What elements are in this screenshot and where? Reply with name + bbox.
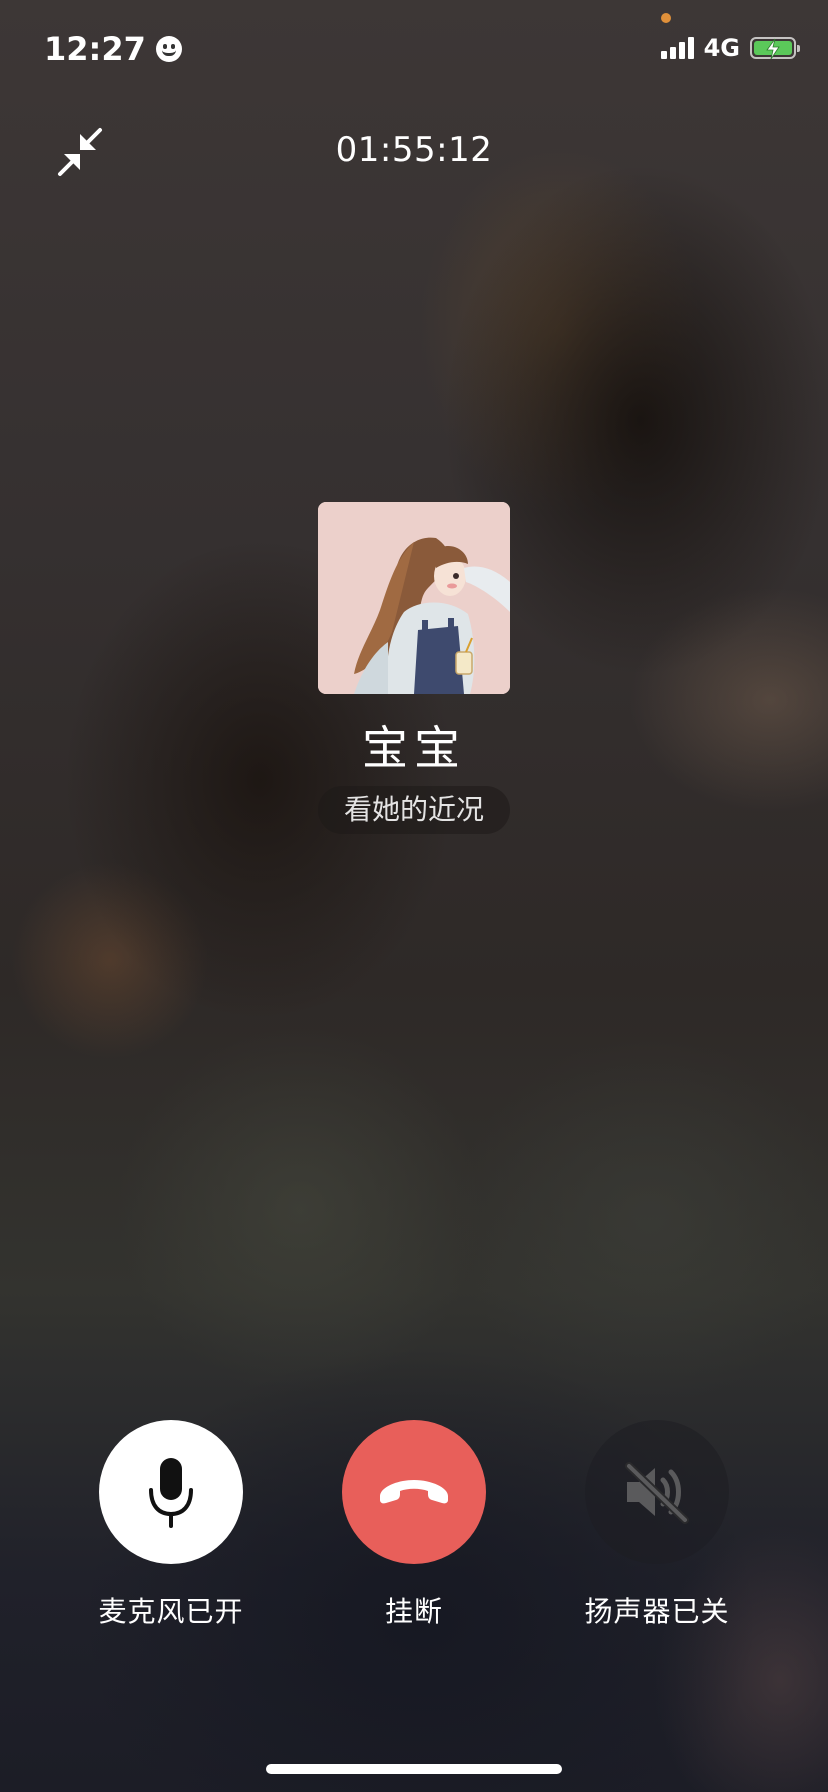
avatar-illustration [318,502,510,694]
network-type: 4G [703,34,740,62]
speaker-muted-icon [625,1462,689,1524]
call-duration: 01:55:12 [335,130,493,170]
view-status-button[interactable]: 看她的近况 [318,786,510,834]
cellular-signal-icon [660,37,694,59]
status-bar-time: 12:27 [44,30,182,68]
hangup-label: 挂断 [384,1595,443,1628]
speaker-toggle-button[interactable] [585,1420,729,1564]
hangup-control: 挂断 [314,1420,514,1630]
contact-name: 宝宝 [362,721,466,775]
home-indicator[interactable] [266,1764,562,1774]
mic-control: 麦克风已开 [71,1420,271,1630]
speaker-label: 扬声器已关 [584,1595,730,1628]
mic-label: 麦克风已开 [98,1595,244,1628]
smiley-icon [155,36,182,62]
status-bar-right: 4G [660,34,800,62]
contact-avatar [318,502,510,694]
speaker-control: 扬声器已关 [557,1420,757,1630]
clock: 12:27 [44,30,146,68]
microphone-icon [149,1458,193,1528]
hangup-button[interactable] [342,1420,486,1564]
phone-hangup-icon [380,1480,448,1504]
mic-toggle-button[interactable] [99,1420,243,1564]
privacy-indicator-dot [661,13,671,23]
battery-charging-icon [750,37,800,60]
